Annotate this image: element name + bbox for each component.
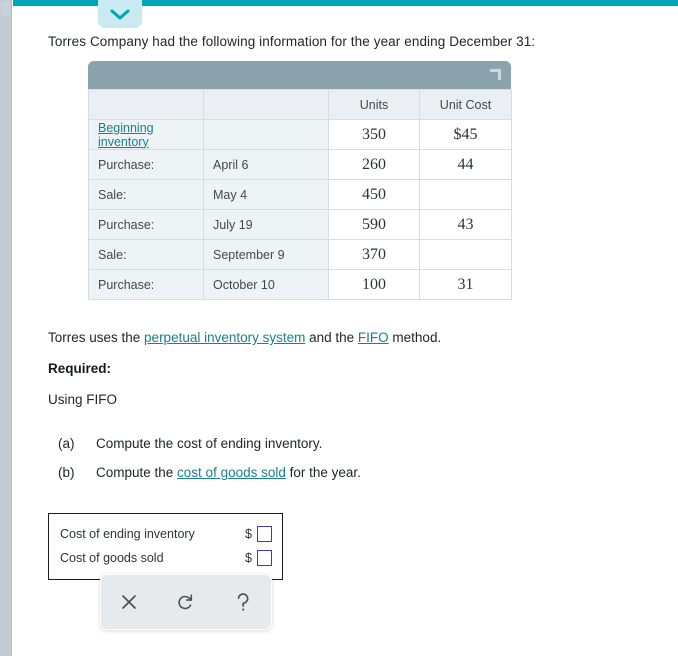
page-root: Torres Company had the following informa… xyxy=(0,0,678,656)
resize-corner-icon xyxy=(489,68,503,82)
question-mark-icon xyxy=(233,591,253,613)
cell-description: Purchase: xyxy=(88,269,204,300)
requirement-letter: (b) xyxy=(58,465,75,480)
cost-of-goods-sold-link[interactable]: cost of goods sold xyxy=(177,465,286,480)
cell-unit-cost: $45 xyxy=(419,119,512,150)
cell-description: Purchase: xyxy=(88,149,204,180)
answer-input[interactable] xyxy=(257,550,272,566)
question-content: Torres Company had the following informa… xyxy=(13,6,678,656)
cell-date: July 19 xyxy=(203,209,329,240)
answer-row: Cost of ending inventory $ xyxy=(49,522,282,546)
table-row: Sale: September 9 370 xyxy=(88,239,512,270)
table-header-row: Units Unit Cost xyxy=(88,89,512,120)
undo-button[interactable] xyxy=(166,582,206,622)
cell-units: 350 xyxy=(328,119,420,150)
cell-description: Sale: xyxy=(88,179,204,210)
cell-unit-cost xyxy=(419,179,512,210)
cell-unit-cost xyxy=(419,239,512,270)
requirement-text: Compute the cost of goods sold for the y… xyxy=(96,465,361,480)
using-fifo-text: Using FIFO xyxy=(48,392,118,407)
inventory-table-container: Units Unit Cost Beginning inventory 350 $4… xyxy=(88,61,512,300)
intro-text: Torres Company had the following informa… xyxy=(48,34,536,49)
answer-input[interactable] xyxy=(257,526,272,542)
table-title-bar xyxy=(88,61,511,89)
requirement-text: Compute the cost of ending inventory. xyxy=(96,436,323,451)
method-text-middle: and the xyxy=(305,330,358,345)
clear-button[interactable] xyxy=(109,582,149,622)
help-button[interactable] xyxy=(223,582,263,622)
cell-date: April 6 xyxy=(203,149,329,180)
left-gutter-strip xyxy=(0,0,12,656)
table-row: Purchase: April 6 260 44 xyxy=(88,149,512,180)
beginning-inventory-link[interactable]: Beginning inventory xyxy=(98,121,154,149)
requirement-item: (b) Compute the cost of goods sold for th… xyxy=(58,465,618,480)
method-sentence: Torres uses the perpetual inventory syst… xyxy=(48,330,441,345)
cell-description: Purchase: xyxy=(88,209,204,240)
cell-description: Sale: xyxy=(88,239,204,270)
fifo-link[interactable]: FIFO xyxy=(358,330,389,345)
currency-symbol: $ xyxy=(245,551,252,565)
cell-date: September 9 xyxy=(203,239,329,270)
inventory-table: Units Unit Cost Beginning inventory 350 $4… xyxy=(88,89,512,300)
answer-label: Cost of ending inventory xyxy=(60,527,195,541)
cell-description: Beginning inventory xyxy=(88,119,204,150)
cell-units: 590 xyxy=(328,209,420,240)
requirements-list: (a) Compute the cost of ending inventory.… xyxy=(58,436,618,494)
tool-palette xyxy=(100,574,272,630)
perpetual-inventory-system-link[interactable]: perpetual inventory system xyxy=(144,330,305,345)
header-unit-cost: Unit Cost xyxy=(419,89,512,120)
cell-units: 260 xyxy=(328,149,420,180)
table-row: Purchase: October 10 100 31 xyxy=(88,269,512,300)
close-x-icon xyxy=(119,592,139,612)
requirement-item: (a) Compute the cost of ending inventory. xyxy=(58,436,618,451)
method-text-before: Torres uses the xyxy=(48,330,145,345)
header-blank-2 xyxy=(203,89,329,120)
table-body: Beginning inventory 350 $45 Purchase: April … xyxy=(88,119,512,300)
cell-unit-cost: 31 xyxy=(419,269,512,300)
answer-entry-box: Cost of ending inventory $ Cost of goods s… xyxy=(48,513,283,580)
header-blank-1 xyxy=(88,89,204,120)
answer-label: Cost of goods sold xyxy=(60,551,164,565)
table-row: Purchase: July 19 590 43 xyxy=(88,209,512,240)
table-row: Beginning inventory 350 $45 xyxy=(88,119,512,150)
required-heading: Required: xyxy=(48,361,112,376)
gutter-mark xyxy=(1,2,10,16)
cell-date: October 10 xyxy=(203,269,329,300)
table-row: Sale: May 4 450 xyxy=(88,179,512,210)
answer-row: Cost of goods sold $ xyxy=(49,546,282,570)
cell-date: May 4 xyxy=(203,179,329,210)
cell-unit-cost: 43 xyxy=(419,209,512,240)
requirement-letter: (a) xyxy=(58,436,75,451)
cell-units: 370 xyxy=(328,239,420,270)
header-units: Units xyxy=(328,89,420,120)
undo-arrow-icon xyxy=(175,592,196,613)
cell-date xyxy=(203,119,329,150)
cell-units: 450 xyxy=(328,179,420,210)
method-text-after: method. xyxy=(388,330,442,345)
cell-unit-cost: 44 xyxy=(419,149,512,180)
cell-units: 100 xyxy=(328,269,420,300)
currency-symbol: $ xyxy=(245,527,252,541)
